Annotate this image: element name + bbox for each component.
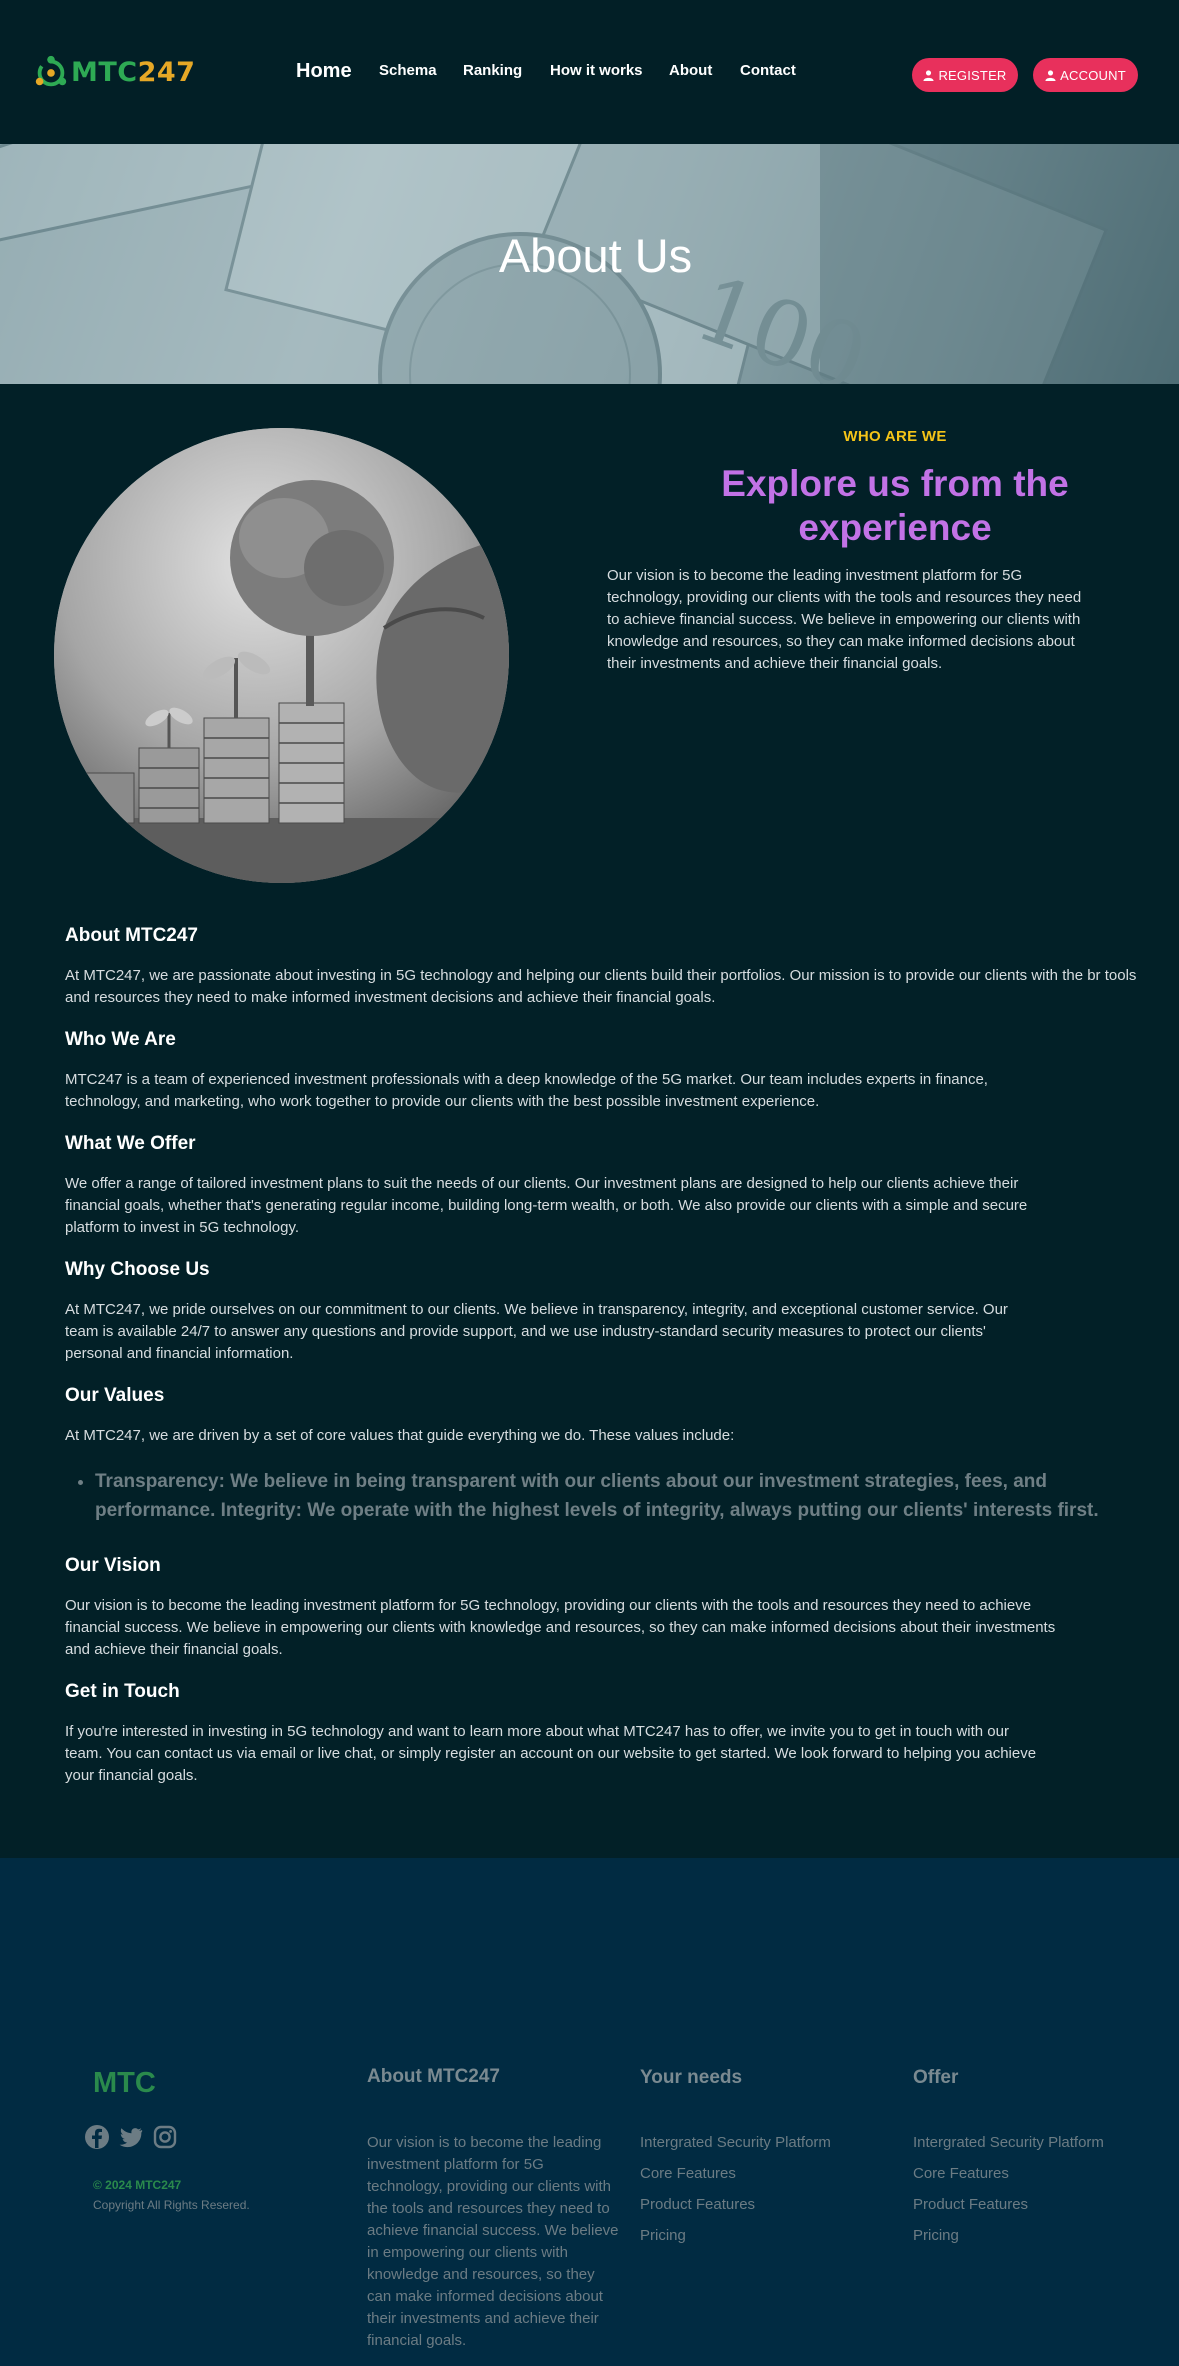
- user-icon: [1045, 69, 1056, 81]
- footer-offer-list: Intergrated Security Platform Core Featu…: [913, 2132, 1104, 2256]
- section-title: Why Choose Us: [65, 1259, 210, 1280]
- plant-coins-image: [54, 428, 509, 883]
- intro-heading: Explore us from the experience: [721, 463, 1069, 548]
- footer-needs-link[interactable]: Core Features: [640, 2163, 831, 2194]
- values-list: Transparency: We believe in being transp…: [95, 1467, 1165, 1525]
- site-header: MTC247 Home Schema Ranking How it works …: [0, 0, 1179, 144]
- section-text: MTC247 is a team of experienced investme…: [65, 1071, 988, 1110]
- user-icon: [923, 69, 935, 81]
- intro-eyebrow: WHO ARE WE: [843, 428, 947, 445]
- instagram-icon[interactable]: [152, 2124, 178, 2150]
- account-label: ACCOUNT: [1060, 67, 1126, 83]
- section-text: We offer a range of tailored investment …: [65, 1175, 1028, 1236]
- section-title: What We Offer: [65, 1133, 196, 1154]
- section-title: Who We Are: [65, 1029, 176, 1050]
- section-text: Our vision is to become the leading inve…: [65, 1597, 1056, 1658]
- footer-about-text: Our vision is to become the leading inve…: [367, 2134, 619, 2349]
- nav-schema[interactable]: Schema: [379, 62, 437, 79]
- register-label: REGISTER: [938, 67, 1007, 83]
- register-button[interactable]: REGISTER: [912, 58, 1018, 92]
- footer-needs-link[interactable]: Product Features: [640, 2194, 831, 2225]
- section-title: About MTC247: [65, 925, 198, 946]
- footer-offer-title: Offer: [913, 2067, 959, 2088]
- social-links: [84, 2124, 178, 2150]
- footer-needs-list: Intergrated Security Platform Core Featu…: [640, 2132, 831, 2256]
- twitter-icon[interactable]: [118, 2124, 144, 2150]
- footer-offer-link[interactable]: Intergrated Security Platform: [913, 2132, 1104, 2163]
- facebook-icon[interactable]: [84, 2124, 110, 2150]
- nav-ranking[interactable]: Ranking: [463, 62, 522, 79]
- section-text: If you're interested in investing in 5G …: [65, 1723, 1037, 1784]
- about-content: About MTC247 At MTC247, we are passionat…: [65, 925, 1165, 1807]
- section-title: Our Values: [65, 1385, 165, 1406]
- nav-about[interactable]: About: [669, 62, 712, 79]
- footer-about-title: About MTC247: [367, 2066, 500, 2087]
- plant-coins-illustration: [54, 428, 509, 883]
- footer-needs-title: Your needs: [640, 2067, 743, 2088]
- nav-how-it-works[interactable]: How it works: [550, 62, 643, 79]
- section-text: At MTC247, we are passionate about inves…: [65, 967, 1137, 1006]
- footer-needs-link[interactable]: Intergrated Security Platform: [640, 2132, 831, 2163]
- footer-copyright-text: Copyright All Rights Resered.: [93, 2198, 250, 2212]
- hero-banner: 100 About Us: [0, 144, 1179, 384]
- footer-brand: MTC: [93, 2067, 156, 2099]
- footer-offer-link[interactable]: Pricing: [913, 2225, 1104, 2256]
- footer-needs-link[interactable]: Pricing: [640, 2225, 831, 2256]
- page-title: About Us: [498, 229, 693, 282]
- section-title: Get in Touch: [65, 1681, 180, 1702]
- section-title: Our Vision: [65, 1555, 161, 1576]
- section-text: At MTC247, we are driven by a set of cor…: [65, 1427, 735, 1444]
- intro-text: Our vision is to become the leading inve…: [607, 567, 1082, 672]
- footer-copyright-year: © 2024 MTC247: [93, 2178, 182, 2192]
- section-text: At MTC247, we pride ourselves on our com…: [65, 1301, 1008, 1362]
- footer-offer-link[interactable]: Core Features: [913, 2163, 1104, 2194]
- nav-contact[interactable]: Contact: [740, 62, 796, 79]
- footer-offer-link[interactable]: Product Features: [913, 2194, 1104, 2225]
- nav-home[interactable]: Home: [296, 60, 352, 83]
- account-button[interactable]: ACCOUNT: [1033, 58, 1138, 92]
- values-list-item: Transparency: We believe in being transp…: [95, 1467, 1165, 1525]
